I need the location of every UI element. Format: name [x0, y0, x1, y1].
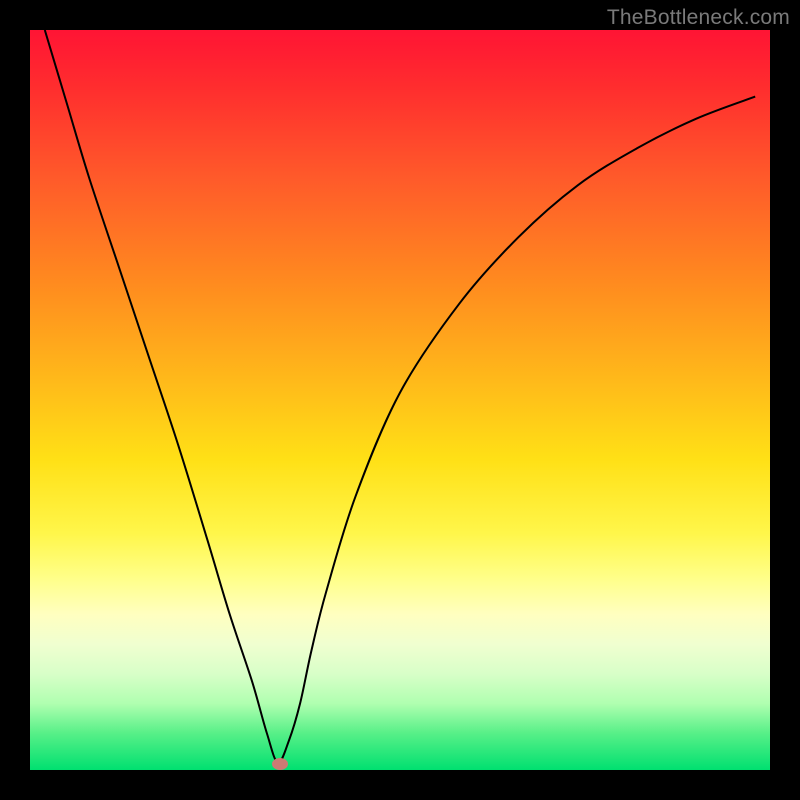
chart-container: TheBottleneck.com: [0, 0, 800, 800]
bottleneck-curve: [45, 30, 755, 763]
min-marker: [272, 758, 288, 770]
watermark-text: TheBottleneck.com: [607, 6, 790, 30]
curve-layer: [30, 30, 770, 770]
plot-area: [30, 30, 770, 770]
